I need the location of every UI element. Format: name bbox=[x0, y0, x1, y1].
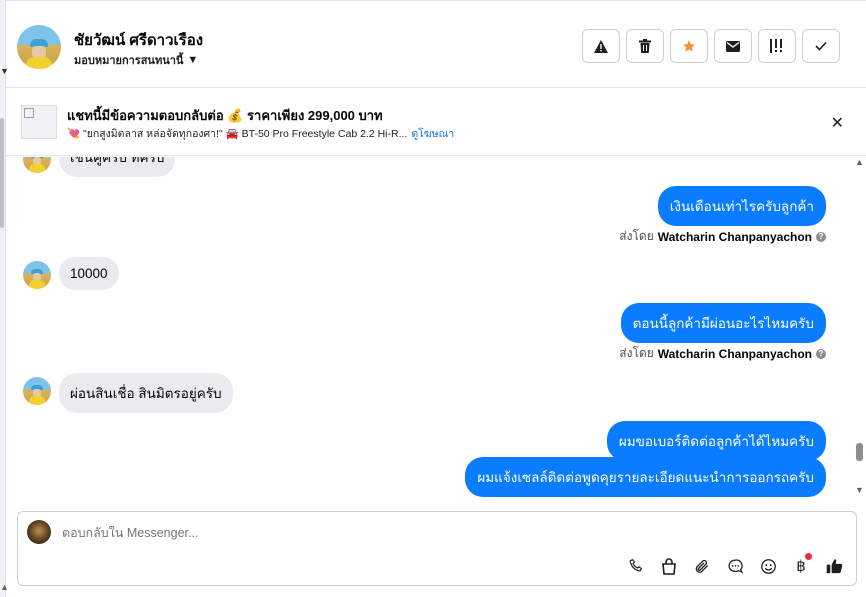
contact-avatar[interactable] bbox=[17, 25, 61, 69]
paperclip-icon[interactable] bbox=[692, 556, 712, 576]
outgoing-message[interactable]: ผมขอเบอร์ติดต่อลูกค้าได้ไหมครับ bbox=[606, 421, 826, 461]
baht-payment-icon[interactable]: ฿ bbox=[791, 553, 812, 576]
ad-subtitle: 💘 "ยกสูงมิตลาส หล่อจัดทุกองศา!" 🚘 BT-50 … bbox=[67, 125, 454, 142]
sent-by-label: ส่งโดย Watcharin Chanpanyachon ? bbox=[619, 227, 826, 246]
incoming-message[interactable]: เช่นคู่ครับ ที่ครับ bbox=[59, 157, 176, 177]
composer-actions: ฿ bbox=[626, 553, 844, 576]
contact-avatar-small bbox=[23, 157, 51, 173]
reply-input[interactable] bbox=[62, 526, 462, 540]
image-icon bbox=[24, 108, 34, 118]
trash-icon bbox=[639, 39, 651, 53]
reply-composer: ฿ bbox=[17, 511, 857, 586]
mark-unread-button[interactable] bbox=[714, 29, 752, 63]
check-icon bbox=[815, 41, 827, 51]
view-ad-link[interactable]: ดูโฆษณา bbox=[411, 128, 454, 140]
message-list[interactable]: เช่นคู่ครับ ที่ครับ เงินเดือนเท่าไรครับล… bbox=[6, 157, 854, 499]
phone-icon[interactable] bbox=[626, 556, 646, 576]
scroll-arrow-icon[interactable]: ▲ bbox=[0, 582, 9, 592]
conversation-header: ชัยวัฒน์ ศรีดาวเรือง มอบหมายการสนทนานี้ … bbox=[6, 0, 866, 88]
caret-down-icon: ▼ bbox=[187, 54, 199, 66]
mark-done-button[interactable] bbox=[802, 29, 840, 63]
sent-by-prefix: ส่งโดย bbox=[619, 346, 654, 360]
outgoing-message[interactable]: ตอนนี้ลูกค้ามีผ่อนอะไรไหมครับ bbox=[620, 303, 826, 343]
contact-avatar-small bbox=[23, 377, 51, 405]
report-spam-button[interactable] bbox=[582, 29, 620, 63]
ad-subtitle-text: 💘 "ยกสูงมิตลาส หล่อจัดทุกองศา!" 🚘 BT-50 … bbox=[67, 128, 408, 140]
ad-thumbnail[interactable] bbox=[21, 105, 57, 139]
sender-name: Watcharin Chanpanyachon bbox=[657, 229, 812, 244]
sent-by-prefix: ส่งโดย bbox=[619, 229, 654, 243]
envelope-icon bbox=[726, 40, 740, 52]
left-scroll-thumb[interactable] bbox=[0, 118, 4, 228]
saved-reply-icon[interactable] bbox=[725, 556, 745, 576]
notification-dot bbox=[804, 553, 812, 560]
star-icon bbox=[683, 40, 695, 52]
thumbs-up-icon[interactable] bbox=[824, 556, 844, 576]
flag-priority-icon bbox=[770, 39, 782, 53]
info-icon[interactable]: ? bbox=[816, 348, 826, 359]
scroll-up-icon[interactable]: ▲ bbox=[855, 157, 864, 167]
ad-title: แชทนี้มีข้อความตอบกลับต่อ 💰 ราคาเพียง 29… bbox=[67, 108, 383, 123]
ad-reply-banner: แชทนี้มีข้อความตอบกลับต่อ 💰 ราคาเพียง 29… bbox=[6, 88, 866, 156]
messenger-conversation-panel: ▼ ▲ ชัยวัฒน์ ศรีดาวเรือง มอบหมายการสนทนา… bbox=[0, 0, 866, 597]
warning-icon bbox=[594, 39, 608, 53]
page-avatar[interactable] bbox=[27, 520, 51, 544]
delete-button[interactable] bbox=[626, 29, 664, 63]
scroll-down-icon[interactable]: ▼ bbox=[855, 485, 864, 495]
incoming-message[interactable]: ผ่อนสินเชื่อ สินมิตรอยู่ครับ bbox=[59, 373, 233, 413]
sender-name: Watcharin Chanpanyachon bbox=[657, 346, 812, 361]
outgoing-message[interactable]: ผมแจ้งเซลล์ติดต่อพูดคุยรายละเอียดแนะนำกา… bbox=[465, 457, 826, 497]
close-icon[interactable]: ✕ bbox=[831, 113, 844, 133]
chat-scroll-thumb[interactable] bbox=[856, 443, 863, 461]
info-icon[interactable]: ? bbox=[816, 231, 826, 242]
assign-conversation-dropdown[interactable]: มอบหมายการสนทนานี้ ▼ bbox=[74, 51, 198, 69]
incoming-message[interactable]: 10000 bbox=[59, 257, 119, 290]
chat-scrollbar[interactable]: ▲ ▼ bbox=[854, 157, 866, 499]
conversation-toolbar bbox=[582, 29, 840, 63]
assign-label: มอบหมายการสนทนานี้ bbox=[74, 55, 184, 67]
sent-by-label: ส่งโดย Watcharin Chanpanyachon ? bbox=[619, 344, 826, 363]
contact-avatar-small bbox=[23, 261, 51, 289]
follow-up-button[interactable] bbox=[758, 29, 796, 63]
shopping-bag-icon[interactable] bbox=[659, 556, 679, 576]
emoji-icon[interactable] bbox=[758, 556, 778, 576]
star-button[interactable] bbox=[670, 29, 708, 63]
contact-name[interactable]: ชัยวัฒน์ ศรีดาวเรือง bbox=[74, 28, 203, 52]
outgoing-message[interactable]: เงินเดือนเท่าไรครับลูกค้า bbox=[657, 186, 826, 226]
